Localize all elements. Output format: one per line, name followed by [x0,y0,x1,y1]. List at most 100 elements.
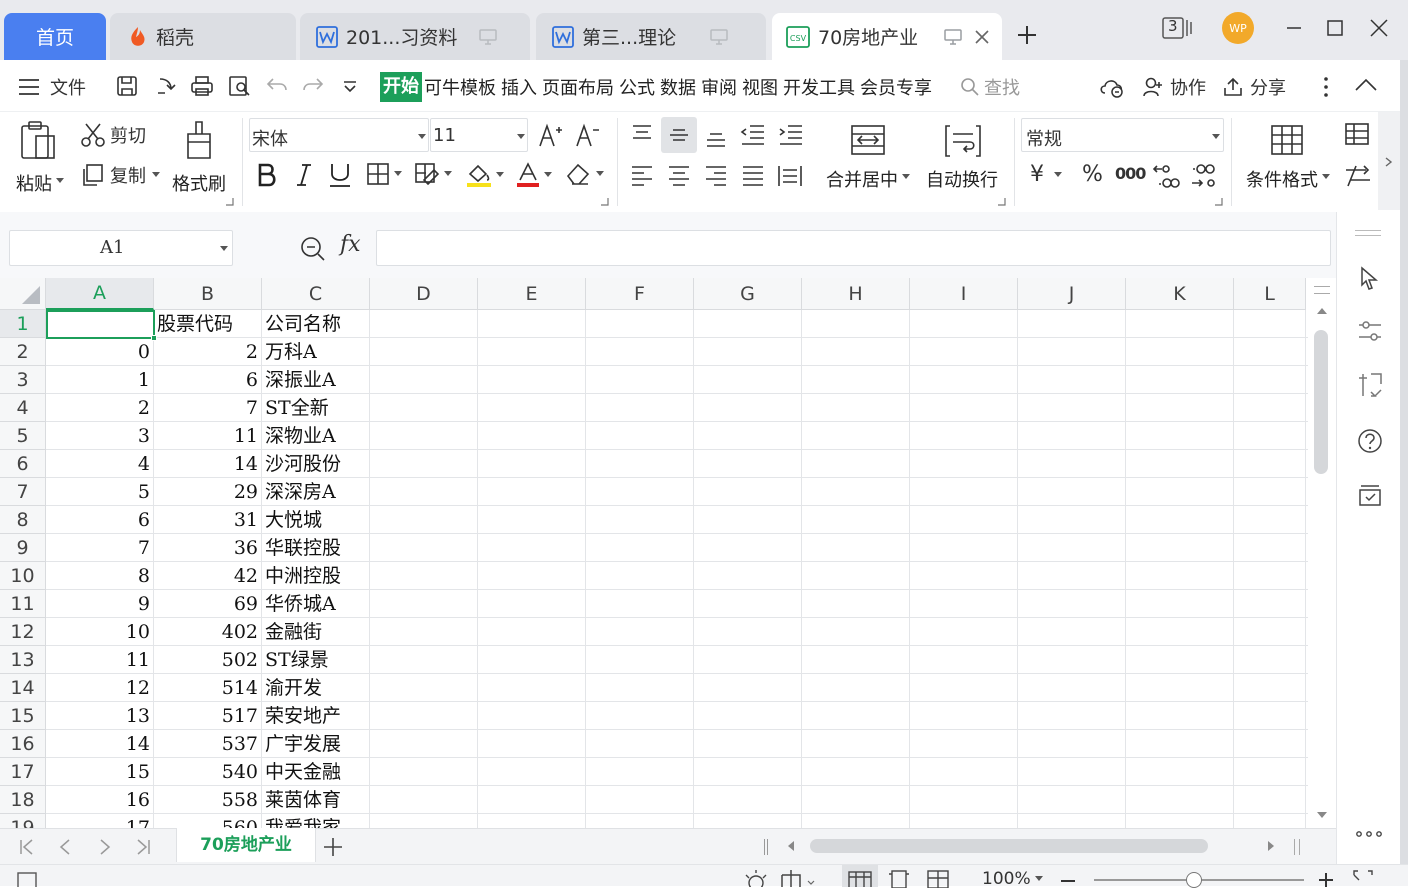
help-icon[interactable] [1357,428,1383,454]
split-handle-horizontal[interactable] [1294,839,1300,855]
row-header[interactable]: 19 [0,814,46,828]
column-header-c[interactable]: C [262,278,370,310]
last-sheet-icon[interactable] [134,838,152,856]
cloud-sync-icon[interactable] [1098,76,1126,98]
dialog-launcher-icon[interactable] [1215,198,1223,206]
column-header-d[interactable]: D [370,278,478,310]
underline-icon[interactable] [328,162,352,188]
wrap-text-button[interactable]: 自动换行 [926,120,1002,200]
cell-c[interactable]: 我爱我家 [265,814,366,828]
maximize-button[interactable] [1327,20,1343,36]
split-handle[interactable] [1314,286,1330,294]
next-sheet-icon[interactable] [98,838,112,856]
cell-b[interactable]: 558 [157,786,258,814]
more-vertical-icon[interactable] [1322,76,1330,98]
cell-b[interactable]: 股票代码 [157,310,258,338]
tab-start[interactable]: 开始 [380,72,422,102]
transform-icon[interactable] [1357,372,1383,398]
cell-b[interactable]: 31 [157,506,258,534]
column-header-i[interactable]: I [910,278,1018,310]
table-style-icon[interactable] [1344,122,1372,148]
row-header[interactable]: 6 [0,450,46,478]
cell-a[interactable]: 17 [49,814,150,828]
normal-view-button[interactable] [842,865,878,887]
print-icon[interactable] [190,75,214,97]
clear-format-button[interactable] [566,162,604,186]
cell-c[interactable]: 深深房A [265,478,366,506]
bold-icon[interactable] [256,162,278,188]
ribbon-scroll-right[interactable] [1378,112,1400,210]
cell-b[interactable]: 11 [157,422,258,450]
percent-button[interactable]: % [1082,162,1103,187]
cell-a[interactable]: 3 [49,422,150,450]
paste-button[interactable]: 粘贴 [14,118,66,198]
cell-b[interactable]: 502 [157,646,258,674]
eye-protection-icon[interactable] [742,869,770,887]
new-tab-button[interactable] [1016,24,1038,46]
cell-c[interactable]: 华联控股 [265,534,366,562]
format-painter-button[interactable]: 格式刷 [172,118,230,198]
dialog-launcher-icon[interactable] [601,198,609,206]
row-header[interactable]: 8 [0,506,46,534]
column-header-f[interactable]: F [586,278,694,310]
row-header[interactable]: 18 [0,786,46,814]
dialog-launcher-icon[interactable] [998,198,1006,206]
decrease-font-icon[interactable] [575,122,601,148]
horizontal-scroll-thumb[interactable] [810,839,1208,853]
cell-a[interactable]: 15 [49,758,150,786]
column-header-e[interactable]: E [478,278,586,310]
dialog-launcher-icon[interactable] [226,198,234,206]
currency-button[interactable]: ¥ [1030,162,1062,187]
cell-b[interactable]: 42 [157,562,258,590]
align-center-icon[interactable] [667,164,691,188]
italic-icon[interactable] [294,162,314,188]
cell-b[interactable]: 560 [157,814,258,828]
cell-c[interactable]: 深振业A [265,366,366,394]
tab-page-layout[interactable]: 页面布局 [542,74,614,100]
tab-daoke[interactable]: 稻壳 [110,13,296,60]
cell-c[interactable]: 中洲控股 [265,562,366,590]
archive-box-icon[interactable] [1357,482,1383,508]
vertical-scroll-thumb[interactable] [1314,330,1328,474]
align-left-icon[interactable] [630,164,654,188]
row-header[interactable]: 9 [0,534,46,562]
tab-active-sheet[interactable]: CSV 70房地产业 [772,13,1002,60]
cell-a[interactable]: 14 [49,730,150,758]
zoom-slider[interactable] [1094,872,1304,888]
cell-c[interactable]: 荣安地产 [265,702,366,730]
increase-indent-icon[interactable] [778,124,804,146]
cell-c[interactable]: 公司名称 [265,310,366,338]
zoom-level[interactable]: 100% [982,869,1043,889]
cell-c[interactable]: 华侨城A [265,590,366,618]
cell-b[interactable]: 36 [157,534,258,562]
decrease-indent-icon[interactable] [740,124,766,146]
merge-center-button[interactable]: 合并居中 [826,120,912,200]
cell-a[interactable]: 7 [49,534,150,562]
tab-doc-2[interactable]: 第三...理论 [536,13,766,60]
symbol-icon[interactable] [1344,162,1372,188]
active-cell-a1[interactable] [46,310,157,341]
row-header[interactable]: 14 [0,674,46,702]
tab-data[interactable]: 数据 [660,74,696,100]
cell-c[interactable]: 大悦城 [265,506,366,534]
cell-c[interactable]: 深物业A [265,422,366,450]
column-header-h[interactable]: H [802,278,910,310]
row-header[interactable]: 15 [0,702,46,730]
tab-doc-1[interactable]: 201...习资料 [300,13,530,60]
save-icon[interactable] [116,75,138,97]
row-header[interactable]: 17 [0,758,46,786]
collab-button[interactable]: 协作 [1142,74,1206,100]
cell-b[interactable]: 14 [157,450,258,478]
row-header[interactable]: 7 [0,478,46,506]
font-name-select[interactable]: 宋体 [249,118,429,152]
cell-b[interactable]: 2 [157,338,258,366]
row-header[interactable]: 13 [0,646,46,674]
share-button[interactable]: 分享 [1222,74,1286,100]
column-header-a[interactable]: A [46,278,154,310]
cell-a[interactable]: 11 [49,646,150,674]
fill-handle[interactable] [151,335,157,341]
formula-input[interactable] [376,230,1331,266]
close-tab-icon[interactable] [974,29,990,45]
prev-sheet-icon[interactable] [58,838,72,856]
row-header[interactable]: 3 [0,366,46,394]
